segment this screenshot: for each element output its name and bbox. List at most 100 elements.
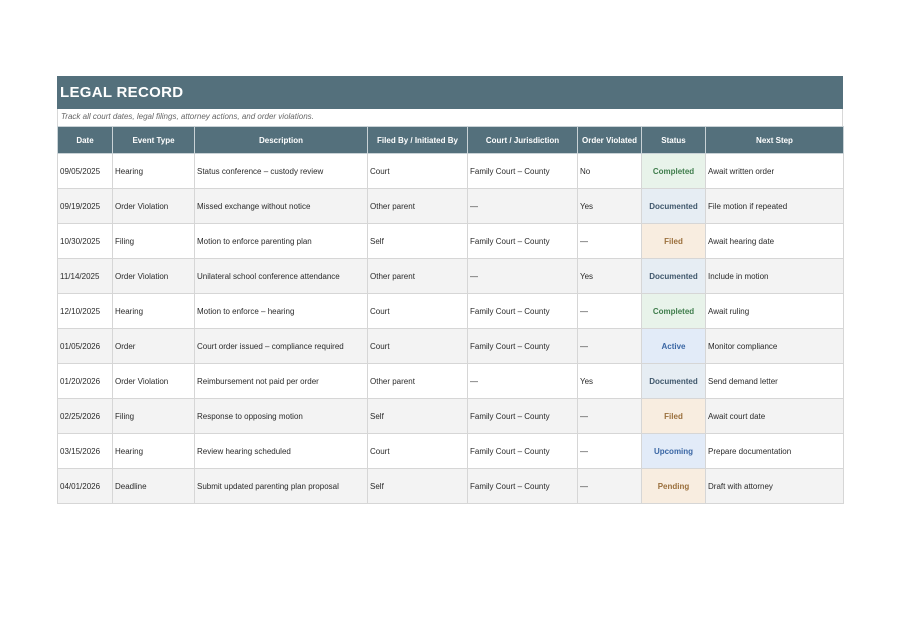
next-step-cell: Await written order [705,153,844,189]
order-violated-cell: — [577,433,642,469]
description-cell: Reimbursement not paid per order [194,363,368,399]
status-badge: Pending [641,468,706,504]
court-cell: — [467,188,578,224]
col-header-description[interactable]: Description [194,126,368,154]
event-type-cell: Hearing [112,433,195,469]
event-type-cell: Order [112,328,195,364]
col-header-next-step[interactable]: Next Step [705,126,844,154]
event-type-cell: Filing [112,223,195,259]
event-type-cell: Order Violation [112,363,195,399]
description-cell: Unilateral school conference attendance [194,258,368,294]
filed-by-cell: Other parent [367,363,468,399]
table-row[interactable]: 03/15/2026 Hearing Review hearing schedule… [57,433,844,469]
filed-by-cell: Other parent [367,188,468,224]
filed-by-cell: Self [367,223,468,259]
filed-by-cell: Self [367,398,468,434]
order-violated-cell: — [577,468,642,504]
court-cell: Family Court – County [467,293,578,329]
table-row[interactable]: 09/19/2025 Order Violation Missed exchange… [57,188,844,224]
order-violated-cell: — [577,223,642,259]
description-cell: Motion to enforce parenting plan [194,223,368,259]
filed-by-cell: Court [367,328,468,364]
table-row[interactable]: 04/01/2026 Deadline Submit updated parenti… [57,468,844,504]
event-type-cell: Hearing [112,293,195,329]
status-badge: Documented [641,258,706,294]
title-bar: LEGAL RECORD [57,76,843,109]
event-type-cell: Filing [112,398,195,434]
next-step-cell: Send demand letter [705,363,844,399]
page-subtitle: Track all court dates, legal filings, at… [57,109,843,126]
col-header-status[interactable]: Status [641,126,706,154]
status-badge: Filed [641,398,706,434]
date-cell: 01/20/2026 [57,363,113,399]
next-step-cell: Prepare documentation [705,433,844,469]
date-cell: 02/25/2026 [57,398,113,434]
description-cell: Missed exchange without notice [194,188,368,224]
legal-record-sheet: LEGAL RECORD Track all court dates, lega… [57,76,844,504]
next-step-cell: Await court date [705,398,844,434]
court-cell: Family Court – County [467,328,578,364]
status-badge: Documented [641,188,706,224]
filed-by-cell: Other parent [367,258,468,294]
next-step-cell: Await ruling [705,293,844,329]
order-violated-cell: Yes [577,188,642,224]
court-cell: Family Court – County [467,153,578,189]
event-type-cell: Deadline [112,468,195,504]
table-row[interactable]: 11/14/2025 Order Violation Unilateral scho… [57,258,844,294]
table-row[interactable]: 10/30/2025 Filing Motion to enforce parent… [57,223,844,259]
date-cell: 03/15/2026 [57,433,113,469]
order-violated-cell: Yes [577,363,642,399]
next-step-cell: Draft with attorney [705,468,844,504]
next-step-cell: File motion if repeated [705,188,844,224]
next-step-cell: Monitor compliance [705,328,844,364]
table-row[interactable]: 02/25/2026 Filing Response to opposing mot… [57,398,844,434]
status-badge: Active [641,328,706,364]
col-header-filed-by[interactable]: Filed By / Initiated By [367,126,468,154]
order-violated-cell: — [577,328,642,364]
status-badge: Completed [641,153,706,189]
status-badge: Completed [641,293,706,329]
court-cell: Family Court – County [467,223,578,259]
court-cell: Family Court – County [467,398,578,434]
legal-record-table: Date Event Type Description Filed By / I… [57,126,844,504]
description-cell: Review hearing scheduled [194,433,368,469]
header-row: Date Event Type Description Filed By / I… [57,126,844,154]
order-violated-cell: Yes [577,258,642,294]
description-cell: Response to opposing motion [194,398,368,434]
status-badge: Documented [641,363,706,399]
filed-by-cell: Court [367,293,468,329]
table-row[interactable]: 09/05/2025 Hearing Status conference – cus… [57,153,844,189]
next-step-cell: Include in motion [705,258,844,294]
description-cell: Motion to enforce – hearing [194,293,368,329]
col-header-event-type[interactable]: Event Type [112,126,195,154]
court-cell: — [467,258,578,294]
filed-by-cell: Self [367,468,468,504]
court-cell: — [467,363,578,399]
col-header-court[interactable]: Court / Jurisdiction [467,126,578,154]
description-cell: Submit updated parenting plan proposal [194,468,368,504]
col-header-order-violated[interactable]: Order Violated [577,126,642,154]
table-row[interactable]: 12/10/2025 Hearing Motion to enforce – hea… [57,293,844,329]
date-cell: 12/10/2025 [57,293,113,329]
table-row[interactable]: 01/20/2026 Order Violation Reimbursement n… [57,363,844,399]
order-violated-cell: — [577,398,642,434]
date-cell: 01/05/2026 [57,328,113,364]
date-cell: 11/14/2025 [57,258,113,294]
filed-by-cell: Court [367,433,468,469]
order-violated-cell: No [577,153,642,189]
page-title: LEGAL RECORD [60,84,184,101]
description-cell: Court order issued – compliance required [194,328,368,364]
court-cell: Family Court – County [467,433,578,469]
event-type-cell: Hearing [112,153,195,189]
event-type-cell: Order Violation [112,188,195,224]
date-cell: 10/30/2025 [57,223,113,259]
order-violated-cell: — [577,293,642,329]
date-cell: 09/05/2025 [57,153,113,189]
event-type-cell: Order Violation [112,258,195,294]
date-cell: 04/01/2026 [57,468,113,504]
date-cell: 09/19/2025 [57,188,113,224]
filed-by-cell: Court [367,153,468,189]
table-row[interactable]: 01/05/2026 Order Court order issued – comp… [57,328,844,364]
status-badge: Upcoming [641,433,706,469]
col-header-date[interactable]: Date [57,126,113,154]
